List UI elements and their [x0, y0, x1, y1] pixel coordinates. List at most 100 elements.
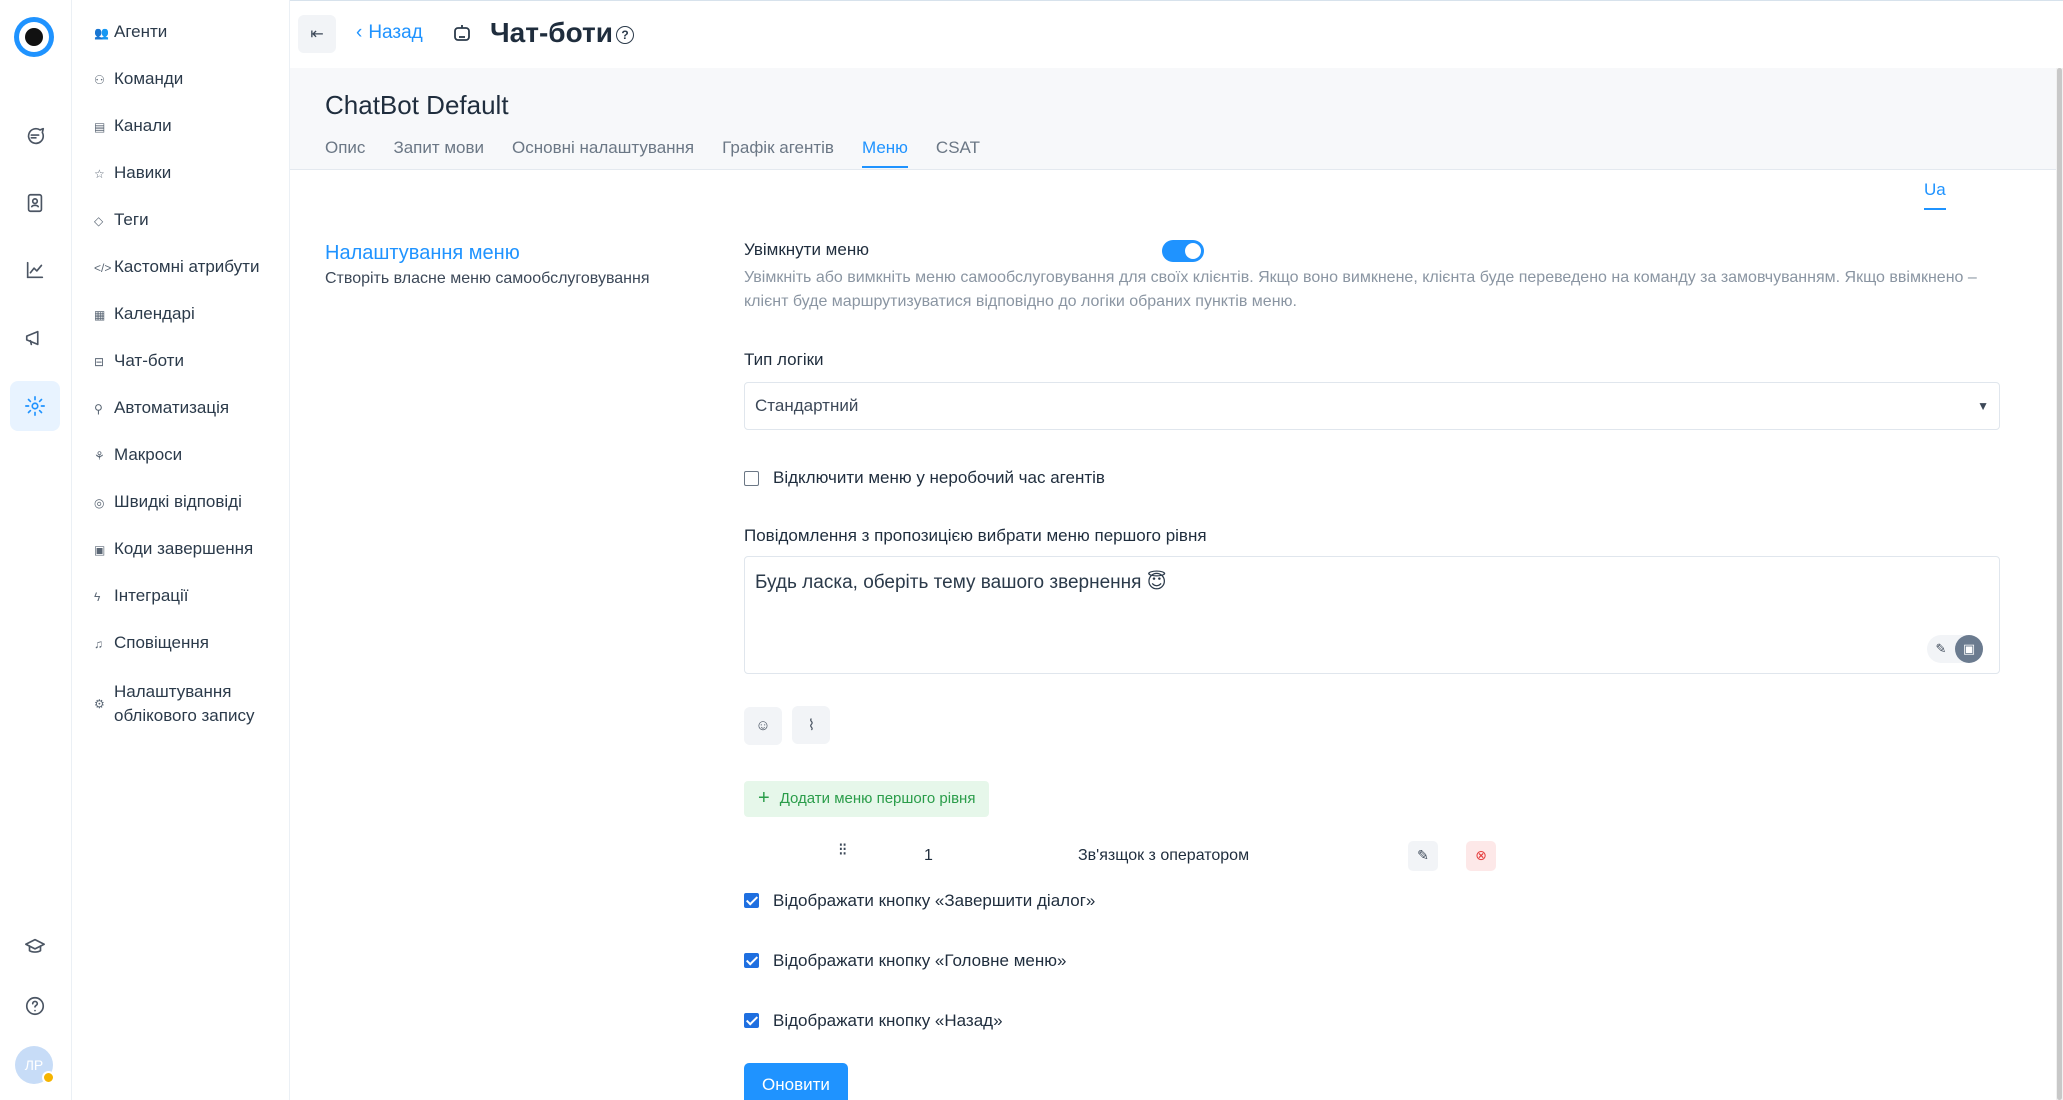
sidebar-item-completion-codes[interactable]: ▣ Коди завершення: [72, 539, 289, 586]
macros-icon: ⚘: [94, 449, 105, 463]
status-indicator: [42, 1071, 55, 1084]
caret-down-icon: ▼: [1977, 399, 1989, 413]
contacts-icon[interactable]: [10, 178, 60, 228]
help-icon[interactable]: [10, 981, 60, 1031]
settings-icon[interactable]: [10, 381, 60, 431]
back-link[interactable]: ‹ Назад: [356, 22, 423, 44]
sidebar-item-integrations[interactable]: ϟ Інтеграції: [72, 586, 289, 633]
logic-type-select[interactable]: Стандартний ▼: [744, 382, 2000, 430]
sidebar-item-agents[interactable]: 👥 Агенти: [72, 22, 289, 69]
first-level-message-input[interactable]: Будь ласка, оберіть тему вашого зверненн…: [744, 556, 2000, 674]
sidebar-item-automation[interactable]: ⚲ Автоматизація: [72, 398, 289, 445]
drag-handle-icon[interactable]: ⁝⁝: [838, 840, 848, 858]
scrollbar[interactable]: [2056, 68, 2063, 1100]
disable-offhours-checkbox[interactable]: [744, 470, 759, 486]
sidebar-item-label: Агенти: [114, 22, 168, 41]
add-first-level-button[interactable]: + Додати меню першого рівня: [744, 780, 990, 817]
reports-icon[interactable]: [10, 245, 60, 295]
show-main-menu-row: Відображати кнопку «Головне меню»: [744, 951, 2000, 971]
tab-menu[interactable]: Меню: [861, 138, 908, 168]
close-circle-icon: ⊗: [1475, 847, 1487, 863]
sidebar-item-label: Кастомні атрибути: [114, 257, 260, 276]
bot-header: ChatBot Default Опис Запит мови Основні …: [290, 68, 2056, 170]
lightning-icon: ϟ: [94, 590, 101, 604]
show-end-dialog-checkbox[interactable]: [744, 893, 759, 908]
channels-icon: ▤: [94, 120, 106, 134]
sidebar-item-label: Навики: [114, 163, 172, 182]
sidebar-item-label: Макроси: [114, 445, 183, 464]
agents-icon: 👥: [94, 26, 109, 40]
enable-menu-label: Увімкнути меню: [744, 240, 869, 259]
enable-menu-group: Увімкнути меню Увімкніть або вимкніть ме…: [744, 240, 2000, 314]
edit-menu-item-button[interactable]: ✎: [1408, 840, 1438, 871]
tab-agent-schedule[interactable]: Графік агентів: [722, 138, 834, 168]
logic-type-value: Стандартний: [755, 396, 859, 415]
show-back-checkbox[interactable]: [744, 1013, 759, 1028]
sidebar-item-label: Сповіщення: [114, 633, 209, 652]
page-title: Чат-боти: [490, 17, 613, 48]
menu-settings-form: Увімкнути меню Увімкніть або вимкніть ме…: [744, 240, 2000, 1100]
add-first-level-label: Додати меню першого рівня: [779, 790, 976, 807]
chatbot-icon: [454, 25, 470, 41]
tab-csat[interactable]: CSAT: [936, 138, 980, 168]
first-level-message-value: Будь ласка, оберіть тему вашого зверненн…: [755, 572, 1167, 593]
collapse-icon: ⇤: [310, 26, 324, 43]
sidebar-item-label: Теги: [114, 210, 149, 229]
show-back-row: Відображати кнопку «Назад»: [744, 1011, 2000, 1031]
sidebar-item-teams[interactable]: ⚇ Команди: [72, 69, 289, 116]
sidebar-item-chatbots[interactable]: ⊟ Чат-боти: [72, 351, 289, 398]
tab-description[interactable]: Опис: [325, 138, 365, 168]
sidebar-item-tags[interactable]: ◇ Теги: [72, 210, 289, 257]
app-logo[interactable]: [14, 17, 54, 57]
show-main-menu-checkbox[interactable]: [744, 953, 759, 968]
back-label: Назад: [368, 22, 423, 43]
sidebar-item-macros[interactable]: ⚘ Макроси: [72, 445, 289, 492]
academy-icon[interactable]: [10, 922, 60, 972]
user-avatar[interactable]: ЛР: [15, 1046, 55, 1084]
logic-type-group: Тип логіки Стандартний ▼: [744, 350, 2000, 430]
tab-main-settings[interactable]: Основні налаштування: [512, 138, 694, 168]
pen-icon[interactable]: ✎: [1927, 635, 1955, 663]
bell-icon: ♫: [94, 637, 103, 651]
enable-menu-toggle[interactable]: [1162, 240, 1204, 262]
settings-sidebar: 👥 Агенти ⚇ Команди ▤ Канали ☆ Навики ◇ Теги <…: [72, 0, 290, 1100]
language-tab-ua[interactable]: Ua: [1924, 180, 1946, 210]
conversations-icon[interactable]: [10, 111, 60, 161]
calendar-icon: ▦: [94, 308, 106, 322]
bot-name: ChatBot Default: [325, 90, 509, 120]
scrollbar-thumb[interactable]: [2057, 68, 2062, 1100]
code-icon: </>: [94, 261, 112, 275]
help-icon[interactable]: ?: [616, 26, 634, 44]
star-icon: ☆: [94, 167, 105, 181]
bot-icon: ⊟: [94, 355, 105, 369]
sidebar-item-custom-attributes[interactable]: </> Кастомні атрибути: [72, 257, 289, 304]
section-subtitle: Створіть власне меню самообслуговування: [325, 270, 650, 287]
sidebar-item-account-settings[interactable]: ⚙ Налаштування облікового запису: [72, 680, 289, 750]
sidebar-item-skills[interactable]: ☆ Навики: [72, 163, 289, 210]
sidebar-item-notifications[interactable]: ♫ Сповіщення: [72, 633, 289, 680]
icon-rail: ЛР: [0, 0, 72, 1100]
chat-bubbles-icon: ◎: [94, 496, 105, 510]
menu-item-name: Зв'язщок з оператором: [1078, 846, 1250, 864]
show-end-dialog-row: Відображати кнопку «Завершити діалог»: [744, 891, 2000, 911]
pencil-icon: ✎: [1417, 847, 1429, 863]
collapse-sidebar-button[interactable]: ⇤: [298, 15, 336, 53]
sidebar-item-channels[interactable]: ▤ Канали: [72, 116, 289, 163]
smile-icon: ☺: [755, 717, 771, 734]
disable-offhours-row: Відключити меню у неробочий час агентів: [744, 468, 2000, 488]
chevron-left-icon: ‹: [356, 22, 363, 43]
attach-button[interactable]: ⌇: [792, 706, 831, 744]
campaigns-icon[interactable]: [10, 313, 60, 363]
enable-menu-hint: Увімкніть або вимкніть меню самообслугов…: [744, 269, 1977, 310]
robot-icon[interactable]: ▣: [1955, 635, 1983, 663]
emoji-button[interactable]: ☺: [744, 706, 782, 745]
update-button[interactable]: Оновити: [744, 1062, 848, 1100]
show-end-dialog-label: Відображати кнопку «Завершити діалог»: [773, 890, 1096, 910]
menu-item-number: 1: [924, 846, 933, 864]
delete-menu-item-button[interactable]: ⊗: [1466, 840, 1496, 871]
sidebar-item-canned-responses[interactable]: ◎ Швидкі відповіді: [72, 492, 289, 539]
tab-language-request[interactable]: Запит мови: [393, 138, 484, 168]
sidebar-item-calendars[interactable]: ▦ Календарі: [72, 304, 289, 351]
editor-mode-switch: ✎ ▣: [1927, 635, 1983, 663]
automation-icon: ⚲: [94, 402, 103, 416]
